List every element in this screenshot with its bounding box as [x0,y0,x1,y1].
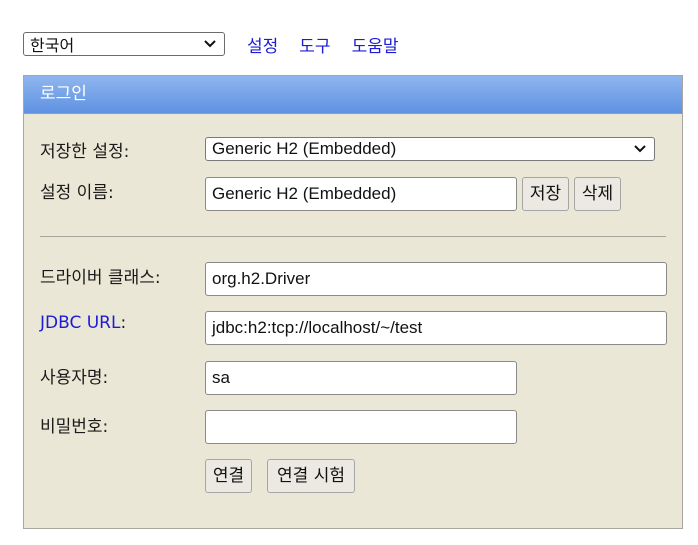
language-select-value: 한국어 [30,36,75,55]
saved-settings-value: Generic H2 (Embedded) [212,139,397,158]
login-panel-title: 로그인 [24,76,682,114]
driver-class-label: 드라이버 클래스: [40,268,161,288]
username-input[interactable]: sa [205,361,517,395]
setting-name-input[interactable]: Generic H2 (Embedded) [205,177,517,211]
settings-link[interactable]: 설정 [247,32,278,57]
top-bar: 한국어 설정 도구 도움말 [23,31,419,57]
chevron-down-icon [634,145,646,153]
jdbc-url-label: JDBC URL: [40,313,126,333]
connect-button[interactable]: 연결 [205,459,252,493]
driver-class-input[interactable]: org.h2.Driver [205,262,667,296]
setting-name-label: 설정 이름: [40,183,114,203]
login-panel: 로그인 저장한 설정: Generic H2 (Embedded) 설정 이름:… [23,75,683,529]
password-input[interactable] [205,410,517,444]
jdbc-url-colon: : [120,313,127,333]
password-label: 비밀번호: [40,417,109,437]
delete-button[interactable]: 삭제 [574,177,621,211]
jdbc-url-link[interactable]: JDBC URL [40,313,120,333]
save-button[interactable]: 저장 [522,177,569,211]
help-link[interactable]: 도움말 [352,32,399,57]
divider [40,236,666,237]
test-connection-button[interactable]: 연결 시험 [267,459,355,493]
language-select[interactable]: 한국어 [23,32,225,56]
jdbc-url-input[interactable]: jdbc:h2:tcp://localhost/~/test [205,311,667,345]
username-label: 사용자명: [40,368,109,388]
chevron-down-icon [204,40,216,48]
saved-settings-select[interactable]: Generic H2 (Embedded) [205,137,655,161]
top-links: 설정 도구 도움말 [247,32,419,57]
tools-link[interactable]: 도구 [299,32,330,57]
saved-settings-label: 저장한 설정: [40,142,130,162]
